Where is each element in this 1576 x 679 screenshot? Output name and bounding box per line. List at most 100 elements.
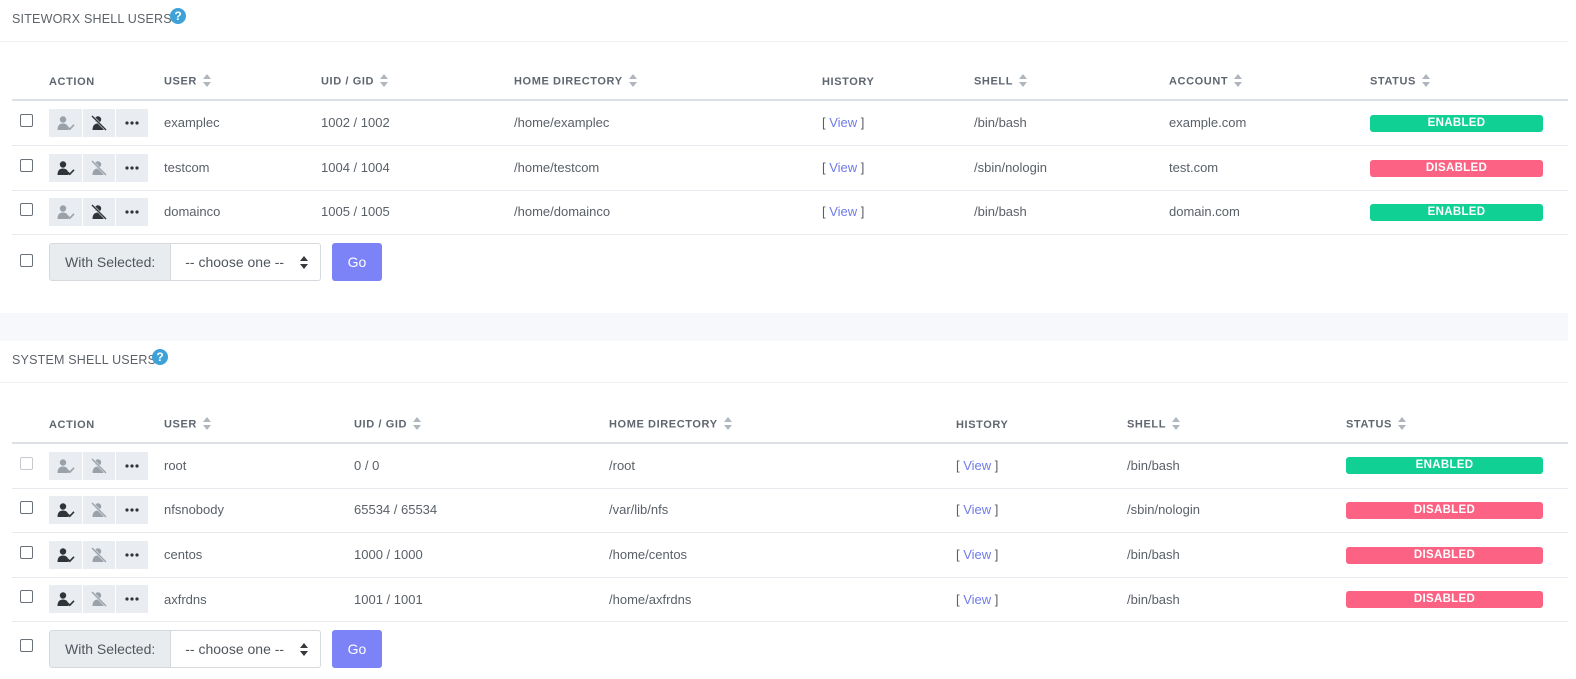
panel-header: SITEWORX SHELL USERS ?: [0, 0, 1568, 42]
more-actions-button[interactable]: [115, 541, 148, 569]
col-header-user[interactable]: USER: [164, 417, 211, 431]
view-history-link[interactable]: View: [963, 458, 991, 473]
status-badge: DISABLED: [1346, 502, 1543, 519]
disable-user-button[interactable]: [82, 541, 115, 569]
col-header-status[interactable]: STATUS: [1346, 417, 1406, 431]
cell-home: /home/testcom: [514, 160, 600, 175]
more-icon: [125, 464, 139, 468]
user-check-icon: [57, 161, 75, 176]
more-actions-button[interactable]: [115, 585, 148, 613]
sort-icon[interactable]: [1234, 74, 1243, 87]
disable-user-button[interactable]: [82, 496, 115, 524]
view-history-link[interactable]: View: [829, 160, 857, 175]
row-checkbox[interactable]: [20, 114, 33, 127]
row-checkbox[interactable]: [20, 159, 33, 172]
view-history-link[interactable]: View: [829, 204, 857, 219]
col-header-uid-gid[interactable]: UID / GID: [354, 417, 422, 431]
sort-icon[interactable]: [202, 417, 211, 430]
col-header-label: UID / GID: [354, 418, 408, 431]
more-actions-button[interactable]: [115, 496, 148, 524]
cell-uid-gid: 1004 / 1004: [321, 160, 390, 175]
col-header-account[interactable]: ACCOUNT: [1169, 74, 1243, 88]
disable-user-button[interactable]: [82, 585, 115, 613]
cell-user: root: [164, 458, 187, 473]
enable-user-button[interactable]: [49, 452, 82, 480]
col-header-shell[interactable]: SHELL: [1127, 417, 1181, 431]
user-slash-icon: [91, 115, 107, 131]
bracket-close: ]: [991, 458, 999, 473]
cell-uid-gid: 65534 / 65534: [354, 502, 438, 517]
disable-user-button[interactable]: [82, 452, 115, 480]
sort-icon[interactable]: [1019, 74, 1028, 87]
disable-user-button[interactable]: [82, 198, 115, 226]
more-icon: [125, 210, 139, 214]
sort-icon[interactable]: [628, 74, 637, 87]
col-header-home-directory[interactable]: HOME DIRECTORY: [514, 74, 637, 88]
col-header-status[interactable]: STATUS: [1370, 74, 1430, 88]
enable-user-button[interactable]: [49, 198, 82, 226]
bulk-action-select[interactable]: -- choose one --: [171, 630, 322, 668]
row-checkbox[interactable]: [20, 546, 33, 559]
user-check-icon: [57, 116, 75, 131]
go-button[interactable]: Go: [332, 243, 382, 281]
sort-icon[interactable]: [723, 417, 732, 430]
help-icon[interactable]: ?: [152, 349, 168, 365]
bracket-close: ]: [991, 592, 999, 607]
enable-user-button[interactable]: [49, 585, 82, 613]
more-icon: [125, 166, 139, 170]
sort-icon[interactable]: [1397, 417, 1406, 430]
view-history-link[interactable]: View: [963, 592, 991, 607]
more-icon: [125, 597, 139, 601]
disable-user-button[interactable]: [82, 154, 115, 182]
select-caret-icon: [300, 643, 309, 656]
enable-user-button[interactable]: [49, 154, 82, 182]
more-icon: [125, 121, 139, 125]
row-actions: [49, 198, 148, 226]
row-divider: [12, 145, 1568, 146]
cell-user: examplec: [164, 115, 220, 130]
row-checkbox[interactable]: [20, 203, 33, 216]
sort-icon[interactable]: [1172, 417, 1181, 430]
go-button[interactable]: Go: [332, 630, 382, 668]
row-checkbox[interactable]: [20, 590, 33, 603]
bracket-close: ]: [857, 115, 865, 130]
view-history-link[interactable]: View: [963, 502, 991, 517]
help-icon[interactable]: ?: [170, 8, 186, 24]
select-all-checkbox[interactable]: [20, 254, 33, 267]
cell-shell: /bin/bash: [1127, 592, 1180, 607]
enable-user-button[interactable]: [49, 109, 82, 137]
col-header-action: ACTION: [49, 419, 95, 431]
cell-home: /var/lib/nfs: [609, 502, 669, 517]
bracket-close: ]: [857, 204, 865, 219]
view-history-link[interactable]: View: [963, 547, 991, 562]
select-all-checkbox[interactable]: [20, 639, 33, 652]
sort-icon[interactable]: [202, 74, 211, 87]
row-divider: [12, 234, 1568, 235]
row-divider: [12, 532, 1568, 533]
cell-history: [ View ]: [822, 204, 864, 219]
cell-history: [ View ]: [822, 115, 864, 130]
enable-user-button[interactable]: [49, 541, 82, 569]
user-slash-icon: [91, 591, 107, 607]
sort-icon[interactable]: [380, 74, 389, 87]
col-header-home-directory[interactable]: HOME DIRECTORY: [609, 417, 732, 431]
sort-icon[interactable]: [413, 417, 422, 430]
cell-uid-gid: 0 / 0: [354, 458, 380, 473]
more-actions-button[interactable]: [115, 154, 148, 182]
disable-user-button[interactable]: [82, 109, 115, 137]
more-actions-button[interactable]: [115, 452, 148, 480]
system-shell-users-panel: SYSTEM SHELL USERS ? ACTION USER UID / G…: [0, 341, 1568, 679]
row-checkbox[interactable]: [20, 501, 33, 514]
more-actions-button[interactable]: [115, 109, 148, 137]
more-icon: [125, 553, 139, 557]
view-history-link[interactable]: View: [829, 115, 857, 130]
col-header-uid-gid[interactable]: UID / GID: [321, 74, 389, 88]
col-header-shell[interactable]: SHELL: [974, 74, 1028, 88]
sort-icon[interactable]: [1421, 74, 1430, 87]
user-slash-icon: [91, 502, 107, 518]
bulk-action-select[interactable]: -- choose one --: [171, 243, 322, 281]
col-header-user[interactable]: USER: [164, 74, 211, 88]
status-badge: ENABLED: [1370, 115, 1543, 132]
more-actions-button[interactable]: [115, 198, 148, 226]
enable-user-button[interactable]: [49, 496, 82, 524]
